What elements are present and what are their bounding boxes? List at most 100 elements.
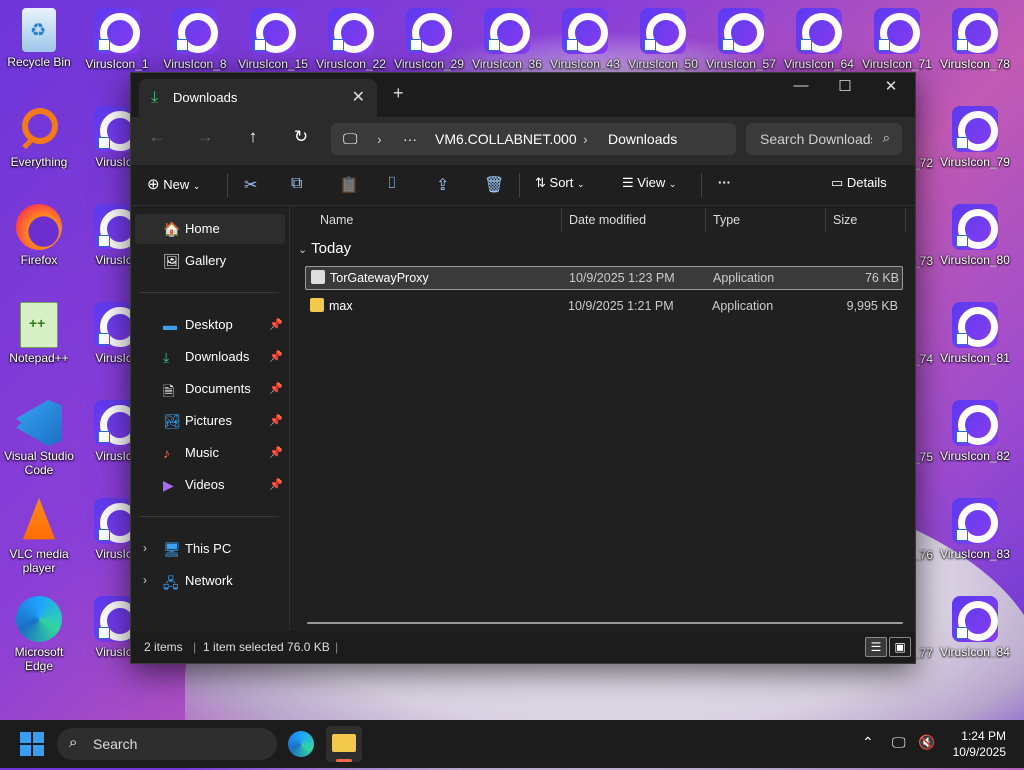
desktop-icon-virusicon[interactable]: VirusIcon_8 <box>156 8 234 71</box>
desktop-icon-virusicon[interactable]: VirusIcon_78 <box>936 8 1014 71</box>
item-count: 2 items <box>144 640 183 654</box>
desktop-icon-virusicon[interactable]: VirusIcon_84 <box>936 596 1014 659</box>
network-icon[interactable]: 🖵 <box>892 734 906 751</box>
maximize-button[interactable]: ☐ <box>823 77 867 95</box>
paste-button[interactable]: 📋 <box>339 175 359 195</box>
table-row[interactable]: max 10/9/2025 1:21 PM Application 9,995 … <box>305 295 901 317</box>
taskbar-search[interactable]: ⌕ Search <box>57 728 277 760</box>
close-window-button[interactable]: ✕ <box>869 77 913 95</box>
sidebar-item-videos[interactable]: ▶ Videos 📌 <box>135 470 285 500</box>
desktop-icon-recycle-bin[interactable]: ♻ Recycle Bin <box>0 8 78 69</box>
edge-icon <box>288 731 314 757</box>
desktop-icon-virusicon[interactable]: VirusIcon_22 <box>312 8 390 71</box>
desktop-icon-virusicon[interactable]: VirusIcon_15 <box>234 8 312 71</box>
sidebar-item-music[interactable]: ♪ Music 📌 <box>135 438 285 468</box>
copy-icon: ⧉ <box>291 175 303 192</box>
delete-button[interactable]: 🗑 <box>484 175 504 195</box>
group-header-today[interactable]: ⌄ Today <box>298 240 351 257</box>
home-icon: 🏠 <box>163 221 181 237</box>
column-size[interactable]: Size <box>833 213 857 241</box>
virusicon-icon <box>952 204 998 250</box>
refresh-button[interactable]: ↻ <box>287 127 315 147</box>
divider <box>825 208 826 232</box>
sidebar-item-home[interactable]: 🏠 Home <box>135 214 285 244</box>
sort-button[interactable]: ⇅ Sort ⌄ <box>535 175 585 191</box>
taskbar-file-explorer[interactable] <box>326 726 362 762</box>
volume-muted-icon[interactable]: 🔇 <box>918 734 935 751</box>
details-button[interactable]: ▭ Details <box>831 175 887 191</box>
chevron-right-icon[interactable]: › <box>143 573 147 587</box>
horizontal-scrollbar[interactable] <box>307 622 903 624</box>
sidebar-item-network[interactable]: › 🖧 Network <box>135 566 285 596</box>
close-tab-icon[interactable]: ✕ <box>352 87 365 107</box>
cut-button[interactable]: ✂ <box>244 175 257 195</box>
new-tab-button[interactable]: + <box>393 83 404 104</box>
gallery-icon: 🖼 <box>163 253 181 269</box>
desktop-icon-virusicon[interactable]: VirusIcon_80 <box>936 204 1014 267</box>
desktop-icon-everything[interactable]: Everything <box>0 106 78 169</box>
address-bar[interactable]: 🖵 › ··· VM6.COLLABNET.000 › Downloads <box>331 123 736 155</box>
rename-button[interactable]: ⌷ <box>387 175 397 193</box>
desktop-icon-virusicon[interactable]: VirusIcon_81 <box>936 302 1014 365</box>
downloads-icon: ⤓ <box>163 349 170 365</box>
desktop-icon-virusicon[interactable]: VirusIcon_83 <box>936 498 1014 561</box>
up-button[interactable]: ↑ <box>239 127 267 147</box>
desktop-icon-virusicon[interactable]: VirusIcon_36 <box>468 8 546 71</box>
desktop-icon-virusicon[interactable]: VirusIcon_1 <box>78 8 156 71</box>
column-type[interactable]: Type <box>713 213 740 241</box>
sidebar-item-desktop[interactable]: ▬ Desktop 📌 <box>135 310 285 340</box>
copy-button[interactable]: ⧉ <box>291 175 302 193</box>
start-button[interactable] <box>20 732 44 756</box>
taskbar-edge[interactable] <box>283 726 319 762</box>
desktop-icon-virusicon[interactable]: VirusIcon_43 <box>546 8 624 71</box>
new-button[interactable]: ⊕ New ⌄ <box>147 175 200 193</box>
back-button[interactable]: ← <box>143 127 171 147</box>
desktop-icon-virusicon[interactable]: VirusIcon_29 <box>390 8 468 71</box>
desktop-icon-virusicon[interactable]: VirusIcon_71 <box>858 8 936 71</box>
desktop-icon-edge[interactable]: Microsoft Edge <box>0 596 78 673</box>
column-name[interactable]: Name <box>320 213 353 241</box>
virusicon-icon <box>952 106 998 152</box>
view-button[interactable]: ☰ View ⌄ <box>622 175 676 191</box>
search-box[interactable]: ⌕ <box>746 123 902 155</box>
desktop-icon-virusicon[interactable]: VirusIcon_79 <box>936 106 1014 169</box>
tab-downloads[interactable]: ⤓ Downloads ✕ <box>139 79 377 117</box>
details-view-icon[interactable]: ☰ <box>865 637 887 657</box>
share-button[interactable]: ⇪ <box>436 175 449 195</box>
desktop-icon-vlc[interactable]: VLC media player <box>0 498 78 575</box>
network-icon: 🖧 <box>163 575 179 591</box>
search-input[interactable] <box>758 130 874 148</box>
sidebar-item-pictures[interactable]: 🏞 Pictures 📌 <box>135 406 285 436</box>
more-options-button[interactable]: ··· <box>718 175 731 190</box>
breadcrumb-more[interactable]: ··· <box>403 131 417 147</box>
chevron-down-icon: ⌄ <box>298 244 308 256</box>
firefox-icon <box>16 204 62 250</box>
desktop-icon-vscode[interactable]: Visual Studio Code <box>0 400 78 477</box>
chevron-up-icon[interactable]: ⌃ <box>862 734 874 751</box>
minimize-button[interactable]: — <box>779 77 823 94</box>
desktop-icon-notepadpp[interactable]: ++ Notepad++ <box>0 302 78 365</box>
chevron-right-icon[interactable]: › <box>143 541 147 555</box>
column-date-modified[interactable]: Date modified <box>569 213 646 241</box>
tiles-view-icon[interactable]: ▣ <box>889 637 911 657</box>
virusicon-icon <box>718 8 764 54</box>
sidebar-item-downloads[interactable]: ⤓ Downloads 📌 <box>135 342 285 372</box>
desktop-icon-firefox[interactable]: Firefox <box>0 204 78 267</box>
sidebar-item-documents[interactable]: 🗎 Documents 📌 <box>135 374 285 404</box>
clipboard-icon: 📋 <box>339 177 359 194</box>
virusicon-icon <box>796 8 842 54</box>
table-row[interactable]: TorGatewayProxy 10/9/2025 1:23 PM Applic… <box>305 266 903 290</box>
divider <box>705 208 706 232</box>
breadcrumb-downloads[interactable]: Downloads <box>608 131 677 147</box>
vlc-icon <box>22 498 56 540</box>
sidebar-item-this-pc[interactable]: › 🖥 This PC <box>135 534 285 564</box>
desktop-icon-virusicon[interactable]: VirusIcon_82 <box>936 400 1014 463</box>
sidebar-item-gallery[interactable]: 🖼 Gallery <box>135 246 285 276</box>
desktop-icon-virusicon[interactable]: VirusIcon_64 <box>780 8 858 71</box>
desktop-icon-virusicon[interactable]: VirusIcon_50 <box>624 8 702 71</box>
navigation-pane: 🏠 Home 🖼 Gallery ▬ Desktop 📌 ⤓ Downloads… <box>131 206 290 630</box>
breadcrumb-vm6[interactable]: VM6.COLLABNET.000 <box>435 131 577 147</box>
clock[interactable]: 1:24 PM 10/9/2025 <box>953 728 1006 760</box>
desktop-icon-virusicon[interactable]: VirusIcon_57 <box>702 8 780 71</box>
forward-button[interactable]: → <box>191 127 219 147</box>
